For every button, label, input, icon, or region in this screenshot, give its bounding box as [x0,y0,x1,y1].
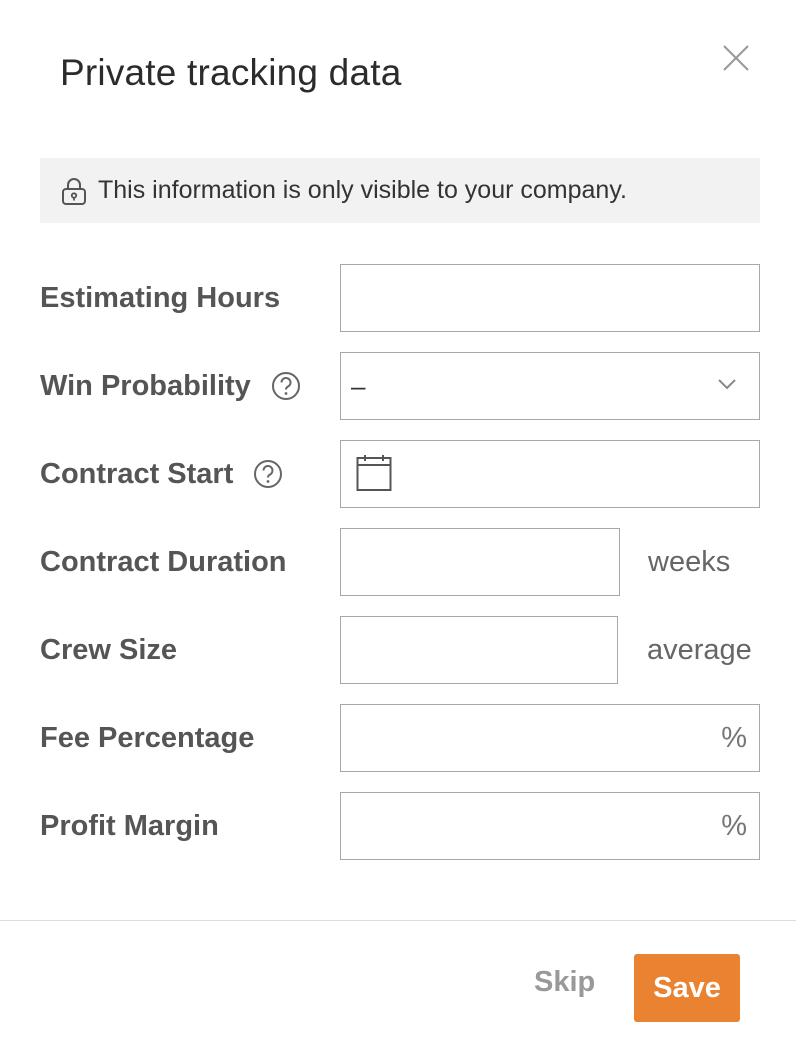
estimating-hours-row: Estimating Hours [0,264,796,332]
contract-start-label: Contract Start [40,440,283,508]
contract-start-date-input[interactable] [340,440,760,508]
contract-duration-unit: weeks [648,545,731,578]
win-probability-select[interactable]: – [340,352,760,420]
close-icon[interactable] [720,42,752,74]
skip-button[interactable]: Skip [534,966,595,999]
help-icon[interactable] [271,371,301,401]
lock-icon [62,177,86,205]
crew-size-unit: average [647,633,752,666]
crew-size-label: Crew Size [40,633,177,666]
win-probability-row: Win Probability – [0,352,796,420]
win-probability-label: Win Probability [40,352,301,420]
estimating-hours-label: Estimating Hours [40,281,281,314]
dialog-title: Private tracking data [60,52,402,93]
crew-size-row: Crew Size average [0,616,796,684]
profit-margin-row: Profit Margin % [0,792,796,860]
profit-margin-label: Profit Margin [40,809,219,842]
contract-duration-row: Contract Duration weeks [0,528,796,596]
save-button[interactable]: Save [634,954,740,1022]
percent-suffix: % [721,809,747,842]
fee-percentage-row: Fee Percentage % [0,704,796,772]
privacy-notice-text: This information is only visible to your… [98,176,627,204]
win-probability-label-text: Win Probability [40,369,251,402]
crew-size-input[interactable] [340,616,618,684]
contract-start-label-text: Contract Start [40,457,234,490]
privacy-notice: This information is only visible to your… [40,158,760,223]
chevron-down-icon [718,379,736,390]
contract-start-row: Contract Start [0,440,796,508]
win-probability-value: – [351,370,366,401]
contract-duration-label: Contract Duration [40,545,287,578]
profit-margin-input[interactable]: % [340,792,760,860]
calendar-icon[interactable] [356,454,392,492]
fee-percentage-label: Fee Percentage [40,721,255,754]
estimating-hours-input[interactable] [340,264,760,332]
help-icon[interactable] [253,459,283,489]
percent-suffix: % [721,721,747,754]
footer-divider [0,920,796,921]
contract-duration-input[interactable] [340,528,620,596]
fee-percentage-input[interactable]: % [340,704,760,772]
